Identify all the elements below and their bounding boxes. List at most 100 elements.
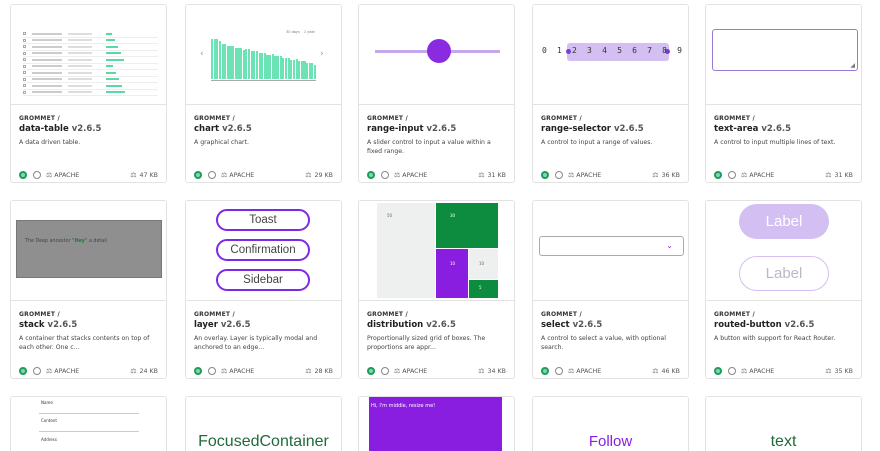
component-card[interactable]: The Deep ancestor "Hey" a detail GROMMET… [10,200,167,379]
table-row[interactable] [23,90,158,96]
globe-icon[interactable] [33,171,41,179]
card-title[interactable]: range-selector v2.6.5 [541,124,680,134]
range-number: 4 [602,46,607,55]
card-description: Proportionally sized grid of boxes. The … [367,335,486,351]
license-label: APACHE [402,171,428,179]
secondary-label-button[interactable]: Label [739,256,829,291]
chevron-right-icon[interactable]: › [320,49,324,59]
card-description: A container that stacks contents on top … [19,335,150,351]
form-field[interactable] [39,413,139,414]
table-cell [68,71,92,74]
card-title[interactable]: layer v2.6.5 [194,320,333,330]
row-checkbox[interactable] [23,38,26,42]
package-icon [541,367,549,375]
license-icon: ⚖ [568,171,575,179]
card-title[interactable]: text-area v2.6.5 [714,124,853,134]
chart-tab[interactable]: 30 days [286,30,300,34]
distribution-box: 10 [436,249,468,298]
card-title[interactable]: distribution v2.6.5 [367,320,506,330]
globe-icon[interactable] [208,367,216,375]
slider-thumb[interactable] [427,39,451,63]
component-card[interactable]: text [705,396,862,451]
component-card[interactable]: Label Label GROMMET / routed-button v2.6… [705,200,862,379]
table-cell [68,52,92,55]
globe-icon[interactable] [33,367,41,375]
row-checkbox[interactable] [23,84,26,88]
card-title[interactable]: chart v2.6.5 [194,124,333,134]
table-cell [32,39,62,42]
component-card[interactable]: GROMMET / data-table v2.6.5 A data drive… [10,4,167,183]
row-checkbox[interactable] [23,51,26,55]
progress-bar [106,52,121,55]
globe-icon[interactable] [381,367,389,375]
primary-label-button[interactable]: Label [739,204,829,239]
card-meta: ⚖ APACHE ⚖ 28 KB [194,366,333,376]
component-card[interactable]: Name Content Address [10,396,167,451]
bundle-size: 28 KB [314,367,333,375]
chart-tab[interactable]: 1 year [304,30,315,34]
globe-icon[interactable] [728,367,736,375]
component-card[interactable]: Toast Confirmation Sidebar GROMMET / lay… [185,200,342,379]
component-card[interactable]: ⌄ GROMMET / select v2.6.5 A control to s… [532,200,689,379]
resize-text: Hi, I'm middle, resize me! [371,403,436,409]
resize-grip-icon[interactable]: ◢ [850,62,855,69]
weight-icon: ⚖ [478,171,485,179]
text-area-input[interactable]: ◢ [712,29,858,71]
row-checkbox[interactable] [23,45,26,49]
select-input[interactable]: ⌄ [539,236,684,256]
table-cell [32,84,62,87]
component-card[interactable]: Follow [532,396,689,451]
component-card[interactable]: Hi, I'm middle, resize me! [358,396,515,451]
weight-icon: ⚖ [130,171,137,179]
bundle-size: 35 KB [834,367,853,375]
card-title[interactable]: select v2.6.5 [541,320,680,330]
row-checkbox[interactable] [23,90,26,94]
range-number: 2 [572,46,577,55]
card-description: A graphical chart. [194,139,249,146]
card-title[interactable]: range-input v2.6.5 [367,124,506,134]
row-checkbox[interactable] [23,64,26,68]
card-description: An overlay. Layer is typically modal and… [194,335,318,351]
confirmation-button[interactable]: Confirmation [216,239,310,261]
component-card[interactable]: 50 30 10 10 5 GROMMET / distribution v2.… [358,200,515,379]
sidebar-button[interactable]: Sidebar [216,269,310,291]
globe-icon[interactable] [555,171,563,179]
card-scope: GROMMET / [194,115,235,122]
table-cell [68,65,92,68]
component-card[interactable]: ◢ GROMMET / text-area v2.6.5 A control t… [705,4,862,183]
card-scope: GROMMET / [541,115,582,122]
component-card[interactable]: 0 1 2 3 4 5 6 7 8 9 GROMMET / range-selector v2.6… [532,4,689,183]
distribution-box: 30 [436,203,498,248]
license-label: APACHE [229,367,255,375]
card-meta: ⚖ APACHE ⚖ 29 KB [194,170,333,180]
card-meta: ⚖ APACHE ⚖ 47 KB [19,170,158,180]
chevron-down-icon[interactable]: ⌄ [666,241,673,250]
package-icon [19,367,27,375]
row-checkbox[interactable] [23,71,26,75]
row-checkbox[interactable] [23,58,26,62]
card-title[interactable]: stack v2.6.5 [19,320,158,330]
globe-icon[interactable] [728,171,736,179]
form-field[interactable] [39,431,139,432]
card-title[interactable]: data-table v2.6.5 [19,124,158,134]
range-number: 6 [632,46,637,55]
component-card[interactable]: GROMMET / range-input v2.6.5 A slider co… [358,4,515,183]
distribution-box: 50 [377,203,435,298]
globe-icon[interactable] [208,171,216,179]
row-checkbox[interactable] [23,77,26,81]
weight-icon: ⚖ [305,367,312,375]
chevron-left-icon[interactable]: ‹ [200,49,204,59]
bundle-size: 47 KB [139,171,158,179]
component-card[interactable]: FocusedContainer [185,396,342,451]
globe-icon[interactable] [555,367,563,375]
row-checkbox[interactable] [23,32,26,36]
toast-button[interactable]: Toast [216,209,310,231]
globe-icon[interactable] [381,171,389,179]
card-meta: ⚖ APACHE ⚖ 36 KB [541,170,680,180]
table-cell [32,71,62,74]
card-scope: GROMMET / [194,311,235,318]
component-card[interactable]: 30 days 1 year ‹ › GROMMET / chart v2.6.5… [185,4,342,183]
bundle-size: 31 KB [834,171,853,179]
follow-text[interactable]: Follow [533,433,688,450]
card-title[interactable]: routed-button v2.6.5 [714,320,853,330]
